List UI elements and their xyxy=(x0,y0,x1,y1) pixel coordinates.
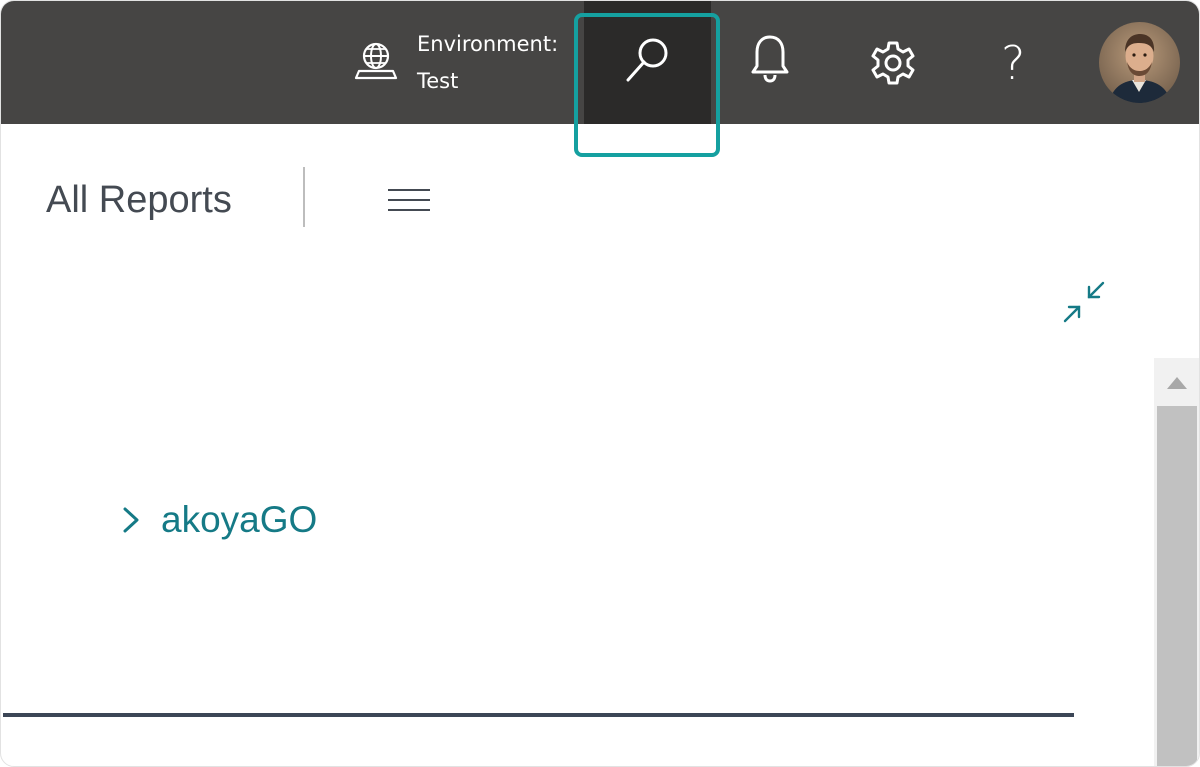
bell-icon[interactable] xyxy=(749,31,791,87)
user-avatar[interactable] xyxy=(1099,22,1180,103)
search-button[interactable] xyxy=(584,1,711,124)
environment-value: Test xyxy=(417,69,459,93)
top-navigation-bar: Environment: Test ? xyxy=(1,1,1199,124)
content-divider xyxy=(3,713,1074,717)
environment-label: Environment: xyxy=(417,32,559,56)
hamburger-menu-icon[interactable] xyxy=(386,186,432,216)
environment-switcher[interactable]: Environment: Test xyxy=(353,25,558,101)
app-window: Environment: Test ? All Reports akoyaGO xyxy=(0,0,1200,767)
avatar-image xyxy=(1099,22,1180,103)
scroll-up-arrow-icon[interactable] xyxy=(1166,376,1188,390)
search-icon xyxy=(626,38,668,82)
scrollbar-thumb[interactable] xyxy=(1157,406,1197,766)
tree-item-label[interactable]: akoyaGO xyxy=(161,499,317,541)
vertical-scrollbar[interactable] xyxy=(1154,358,1199,766)
help-button[interactable]: ? xyxy=(1001,37,1025,89)
environment-text: Environment: Test xyxy=(417,26,558,100)
globe-laptop-icon xyxy=(354,42,398,80)
page-title: All Reports xyxy=(46,179,232,221)
title-divider xyxy=(303,167,305,227)
chevron-right-icon[interactable] xyxy=(119,503,143,537)
gear-icon[interactable] xyxy=(869,39,917,87)
collapse-arrows-icon[interactable] xyxy=(1061,281,1107,325)
question-mark-icon: ? xyxy=(1001,36,1026,90)
tree-item-akoyago[interactable]: akoyaGO xyxy=(119,499,317,541)
